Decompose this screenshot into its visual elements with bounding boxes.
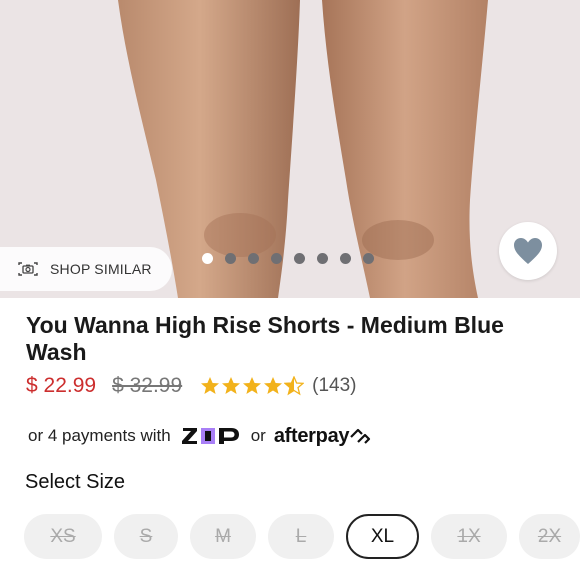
star-icon (243, 377, 262, 394)
zip-logo[interactable] (181, 426, 241, 446)
sale-price: $ 22.99 (26, 374, 97, 397)
original-price: $ 32.99 (112, 374, 183, 397)
rating-stars[interactable] (200, 376, 305, 396)
carousel-dot[interactable] (225, 253, 236, 264)
star-icon (201, 377, 220, 394)
size-option-xl[interactable]: XL (346, 514, 419, 559)
carousel-dot[interactable] (271, 253, 282, 264)
payment-options: or 4 payments with or afterpay (28, 422, 371, 450)
favorite-button[interactable] (499, 222, 557, 280)
camera-icon (18, 262, 38, 276)
half-star-icon (284, 376, 305, 396)
size-option-xs[interactable]: XS (24, 514, 102, 559)
shop-similar-button[interactable]: SHOP SIMILAR (0, 247, 172, 291)
product-title: You Wanna High Rise Shorts - Medium Blue… (26, 312, 504, 365)
price-row: $ 22.99 $ 32.99 (143) (26, 372, 357, 400)
carousel-dot[interactable] (340, 253, 351, 264)
review-count[interactable]: (143) (312, 375, 356, 397)
zip-logo-icon (181, 428, 239, 444)
size-option-2x[interactable]: 2X (519, 514, 580, 559)
carousel-dot[interactable] (202, 253, 213, 264)
size-option-m[interactable]: M (190, 514, 256, 559)
carousel-dot[interactable] (248, 253, 259, 264)
star-icon (264, 377, 283, 394)
payment-or: or (250, 426, 266, 445)
payment-prefix: or 4 payments with (28, 426, 171, 445)
afterpay-arrows-icon (350, 428, 371, 444)
select-size-label: Select Size (25, 471, 126, 493)
carousel-dot[interactable] (363, 253, 374, 264)
carousel-dot[interactable] (294, 253, 305, 264)
carousel-indicator (202, 253, 374, 264)
shop-similar-label: SHOP SIMILAR (50, 261, 152, 277)
carousel-dot[interactable] (317, 253, 328, 264)
heart-icon (514, 238, 542, 264)
afterpay-logo[interactable]: afterpay (274, 425, 371, 448)
afterpay-wordmark: afterpay (273, 424, 350, 447)
size-option-1x[interactable]: 1X (431, 514, 507, 559)
star-icon (222, 377, 241, 394)
size-option-l[interactable]: L (268, 514, 334, 559)
size-option-s[interactable]: S (114, 514, 178, 559)
